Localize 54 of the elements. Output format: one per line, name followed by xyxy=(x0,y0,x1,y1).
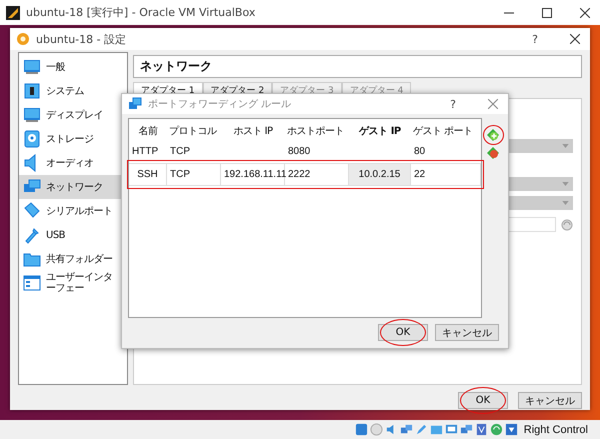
category-item[interactable]: 一般 xyxy=(19,55,127,79)
close-icon[interactable] xyxy=(580,8,590,18)
dialog-button[interactable]: OK xyxy=(458,392,508,409)
dialog-button[interactable]: キャンセル xyxy=(518,392,582,409)
serial-port-icon xyxy=(23,202,41,220)
network-icon[interactable] xyxy=(460,423,473,436)
table-cell: SSH xyxy=(137,169,158,180)
maximize-icon[interactable] xyxy=(542,8,552,18)
table-cell: TCP xyxy=(170,146,190,157)
table-cell: 10.0.2.15 xyxy=(358,169,400,180)
network-icon[interactable] xyxy=(400,423,413,436)
network-icon xyxy=(128,97,142,111)
table-cell: 80 xyxy=(414,146,426,157)
dialog-button[interactable]: キャンセル xyxy=(435,324,499,341)
monitor-icon[interactable] xyxy=(444,423,458,436)
close-icon[interactable] xyxy=(570,34,580,44)
section-title: ネットワーク xyxy=(133,55,582,78)
column-header[interactable]: 名前 xyxy=(129,124,167,138)
usb-icon xyxy=(23,226,41,244)
chip-icon xyxy=(23,82,41,100)
help-button[interactable]: ? xyxy=(532,32,538,46)
dialog-button[interactable]: OK xyxy=(378,324,428,341)
column-header[interactable]: ゲスト IP xyxy=(349,124,411,138)
monitor-icon xyxy=(23,106,41,124)
column-header[interactable]: ホスト IP xyxy=(221,124,285,138)
add-rule-icon[interactable] xyxy=(486,128,500,142)
column-header[interactable]: ゲスト ポート xyxy=(411,124,481,138)
window-icon xyxy=(23,274,41,292)
dialog-title: ポートフォワーディング ルール xyxy=(148,98,292,111)
category-item[interactable]: システム xyxy=(19,79,127,103)
caret-icon xyxy=(562,201,569,205)
column-header[interactable]: ホストポート xyxy=(285,124,349,138)
caret-icon xyxy=(562,144,569,148)
table-cell: 192.168.11.11 xyxy=(224,169,286,180)
table-cell: TCP xyxy=(170,169,190,180)
window-title: ubuntu-18 [実行中] - Oracle VM VirtualBox xyxy=(26,5,256,20)
gear-icon xyxy=(16,32,30,46)
v-chip-icon[interactable] xyxy=(474,423,488,436)
table-cell: 22 xyxy=(414,169,426,180)
dialog-title: ubuntu-18 - 設定 xyxy=(36,32,126,46)
host-key-label: Right Control xyxy=(524,424,588,436)
monitor-icon xyxy=(23,58,41,76)
refresh-icon[interactable] xyxy=(561,218,573,230)
pen-icon[interactable] xyxy=(414,423,428,436)
table-cell: 8080 xyxy=(288,146,310,157)
column-header[interactable]: プロトコル xyxy=(167,124,221,138)
help-button[interactable]: ? xyxy=(450,98,456,110)
app-icon xyxy=(6,6,20,20)
table-cell: 2222 xyxy=(288,169,310,180)
remove-rule-icon[interactable] xyxy=(486,146,500,160)
sync-icon[interactable] xyxy=(490,423,503,436)
optical-disc-icon[interactable] xyxy=(370,423,383,436)
table-cell: HTTP xyxy=(132,146,158,157)
caret-icon xyxy=(562,182,569,186)
